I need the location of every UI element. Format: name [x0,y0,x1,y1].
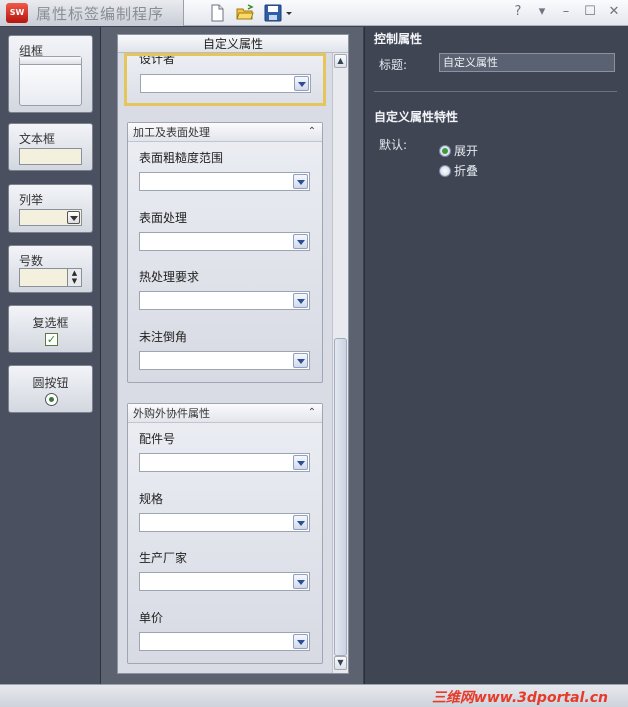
checkbox-icon: ✓ [45,333,58,346]
group-title: 外购外协件属性 [133,407,210,420]
radio-selected-icon[interactable] [439,144,451,157]
field-label: 热处理要求 [139,270,200,284]
chevron-down-icon[interactable] [294,76,309,91]
watermark: 三维网www.3dportal.cn [431,690,608,706]
tool-label: 复选框 [32,316,69,330]
collapse-option[interactable]: 折叠 [439,162,478,179]
help-dropdown-icon[interactable]: ▾ [534,4,550,19]
save-icon[interactable] [264,4,282,22]
close-icon[interactable]: ✕ [606,4,622,19]
heat-treatment-combo[interactable] [139,291,310,310]
app-tab[interactable]: SW 属性标签编制程序 [0,0,184,26]
text-box-icon [19,148,82,165]
toolbox-group-box[interactable]: 组框 [8,35,93,113]
chevron-down-icon[interactable] [293,353,308,368]
group-machining: 加工及表面处理 ⌃ 表面粗糙度范围 表面处理 热处理要求 未注倒角 [127,122,323,383]
expand-option[interactable]: 展开 [439,142,478,159]
chevron-down-icon[interactable] [293,293,308,308]
form-title: 自定义属性 [118,35,348,53]
chevron-down-icon[interactable] [293,234,308,249]
chevron-down-icon[interactable] [293,174,308,189]
custom-properties-title: 自定义属性特性 [374,110,459,124]
chevron-down-icon[interactable] [293,574,308,589]
maximize-icon[interactable]: ☐ [582,4,598,19]
scrollbar-thumb[interactable] [334,338,347,656]
radio-button-icon [45,393,58,406]
group-box-icon [19,56,82,106]
part-number-combo[interactable] [139,453,310,472]
app-title: 属性标签编制程序 [36,5,165,23]
new-document-icon[interactable] [208,4,226,22]
field-label-designer: 设计者 [139,53,176,66]
window-controls: ? ▾ – ☐ ✕ [510,4,622,19]
toolbox-radio-button[interactable]: 圆按钮 [8,365,93,413]
chevron-down-icon[interactable] [293,515,308,530]
open-folder-icon[interactable] [236,4,254,22]
designer-group[interactable]: 设计者 [124,53,326,106]
default-label: 默认: [379,138,408,152]
manufacturer-combo[interactable] [139,572,310,591]
field-label: 单价 [139,611,164,625]
group-header[interactable]: 外购外协件属性 ⌃ [128,404,322,423]
toolbox-checkbox[interactable]: 复选框 ✓ [8,305,93,353]
number-spinner-icon: ▲ ▼ [19,268,82,287]
roughness-combo[interactable] [139,172,310,191]
control-properties-title: 控制属性 [374,32,423,46]
collapse-icon[interactable]: ⌃ [306,407,318,419]
group-title: 加工及表面处理 [133,126,210,139]
tool-label: 圆按钮 [32,376,69,390]
tool-label: 号数 [19,254,44,268]
collapse-icon[interactable]: ⌃ [306,126,318,138]
toolbox-number[interactable]: 号数 ▲ ▼ [8,245,93,293]
surface-treatment-combo[interactable] [139,232,310,251]
solidworks-logo-icon: SW [6,3,28,23]
option-label: 展开 [454,144,479,158]
radio-unselected-icon[interactable] [439,164,451,177]
designer-combo[interactable] [140,74,311,93]
title-label: 标题: [379,58,408,72]
toolbox-text-box[interactable]: 文本框 [8,123,93,171]
field-label: 表面处理 [139,211,188,225]
unit-price-combo[interactable] [139,632,310,651]
specification-combo[interactable] [139,513,310,532]
field-label: 未注倒角 [139,330,188,344]
tool-label: 文本框 [19,132,56,146]
help-icon[interactable]: ? [510,4,526,19]
list-icon [19,209,82,226]
title-input[interactable]: 自定义属性 [439,53,615,72]
group-purchased-parts: 外购外协件属性 ⌃ 配件号 规格 生产厂家 单价 [127,403,323,664]
chevron-down-icon[interactable] [293,455,308,470]
field-label: 规格 [139,492,164,506]
status-bar: 三维网www.3dportal.cn [0,684,628,707]
tool-label: 列举 [19,193,44,207]
chamfer-combo[interactable] [139,351,310,370]
field-label: 表面粗糙度范围 [139,151,224,165]
toolbox-list[interactable]: 列举 [8,184,93,233]
divider [374,91,617,92]
field-label: 配件号 [139,432,176,446]
scroll-down-icon[interactable]: ▼ [334,656,347,670]
scroll-up-icon[interactable]: ▲ [334,54,347,68]
chevron-down-icon[interactable] [293,634,308,649]
option-label: 折叠 [454,164,479,178]
title-bar: SW 属性标签编制程序 ? ▾ – ☐ ✕ [0,0,628,26]
save-dropdown-icon[interactable] [284,4,294,22]
form-preview: 自定义属性 设计者 加工及表面处理 ⌃ 表面粗糙度范围 表面处理 热处理要求 未… [117,34,349,674]
form-scrollbar[interactable]: ▲ ▼ [332,53,348,673]
group-header[interactable]: 加工及表面处理 ⌃ [128,123,322,142]
properties-panel: 控制属性 标题: 自定义属性 自定义属性特性 默认: 展开 折叠 [364,27,628,684]
field-label: 生产厂家 [139,551,188,565]
minimize-icon[interactable]: – [558,4,574,19]
control-toolbox: 组框 文本框 列举 号数 ▲ ▼ 复选框 ✓ 圆按钮 [0,27,101,684]
